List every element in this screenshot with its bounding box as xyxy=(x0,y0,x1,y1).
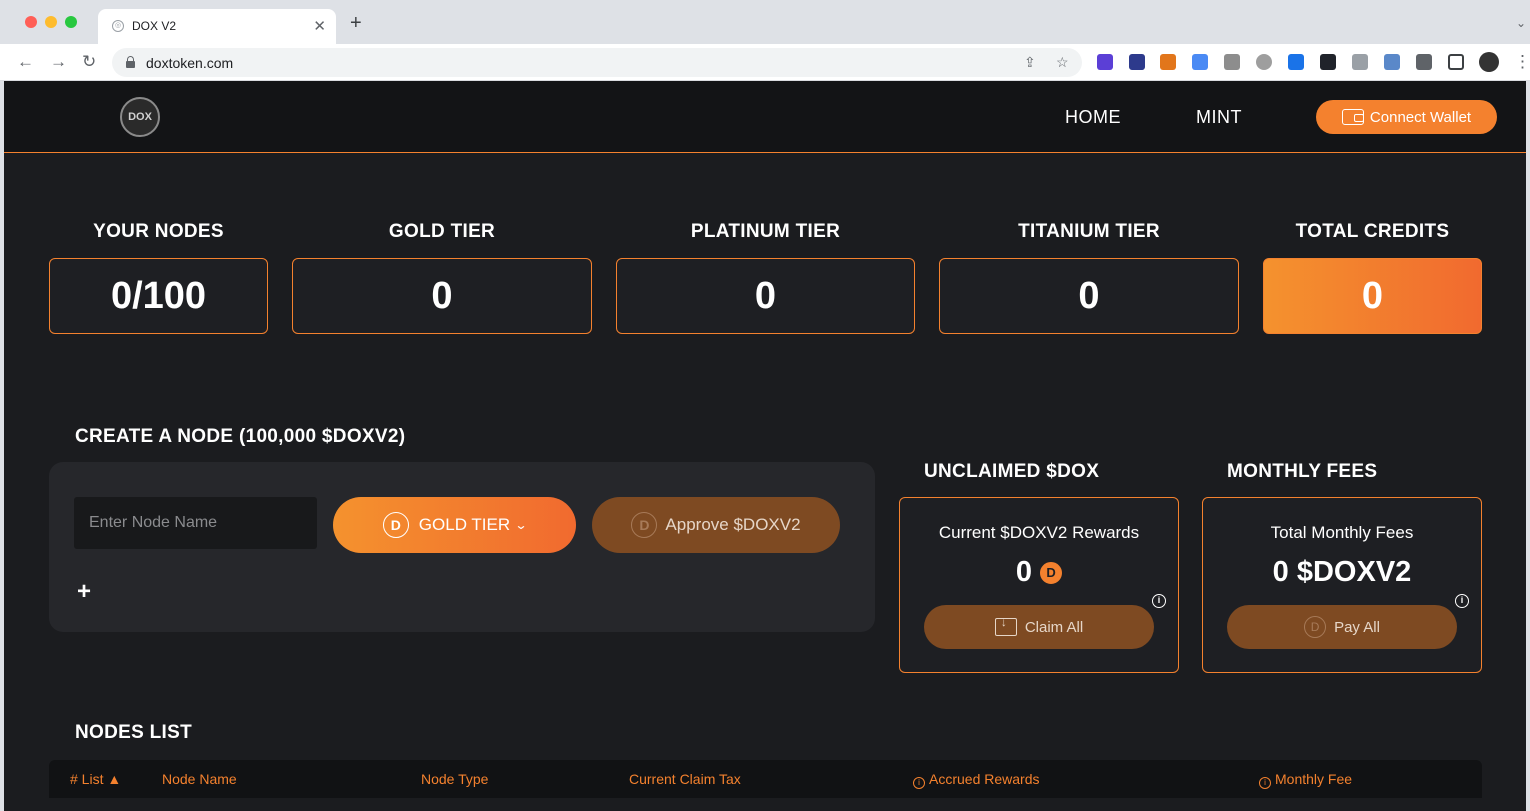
fees-subtitle: Total Monthly Fees xyxy=(1270,523,1414,542)
dox-coin-icon: D xyxy=(631,512,658,538)
lock-icon xyxy=(126,56,135,68)
column-header-list[interactable]: # List ▲ xyxy=(70,771,121,787)
chevron-down-icon: ⌄ xyxy=(514,518,528,532)
eyedropper-icon[interactable] xyxy=(1129,54,1145,70)
unclaimed-title: UNCLAIMED $DOX xyxy=(924,461,1100,482)
stat-your-nodes: 0/100 xyxy=(49,258,268,334)
info-icon[interactable]: i xyxy=(1455,594,1469,608)
info-icon[interactable]: i xyxy=(1152,594,1166,608)
browser-tab-bar: ◎ DOX V2 ✕ + ⌄ xyxy=(0,0,1530,44)
camera-icon[interactable] xyxy=(1352,54,1368,70)
stat-label-your-nodes: YOUR NODES xyxy=(93,221,224,242)
stat-gold-tier: 0 xyxy=(292,258,592,334)
tier-select-button[interactable]: D GOLD TIER ⌄ xyxy=(333,497,576,553)
react-icon[interactable] xyxy=(1320,54,1336,70)
close-window-button[interactable] xyxy=(25,16,37,28)
site-header: DOX HOME MINT Connect Wallet xyxy=(4,81,1526,153)
create-node-title: CREATE A NODE (100,000 $DOXV2) xyxy=(75,426,406,447)
dox-coin-icon: D xyxy=(1304,616,1327,638)
nav-home-link[interactable]: HOME xyxy=(1065,107,1121,128)
rewards-subtitle: Current $DOXV2 Rewards xyxy=(938,523,1140,542)
maximize-window-button[interactable] xyxy=(65,16,77,28)
info-icon[interactable]: i xyxy=(913,777,925,789)
approve-doxv2-button[interactable]: D Approve $DOXV2 xyxy=(592,497,840,553)
stat-total-credits: 0 xyxy=(1263,258,1482,334)
globe-icon[interactable] xyxy=(1256,54,1272,70)
browser-tab[interactable]: ◎ DOX V2 ✕ xyxy=(98,9,336,44)
extension-icon[interactable] xyxy=(1288,54,1304,70)
share-icon[interactable]: ⇪ xyxy=(1024,54,1036,71)
profile-avatar[interactable] xyxy=(1479,52,1499,72)
globe-icon: ◎ xyxy=(112,20,124,32)
column-header-claim-tax[interactable]: Current Claim Tax xyxy=(629,771,741,787)
create-node-panel: D GOLD TIER ⌄ D Approve $DOXV2 + xyxy=(49,462,875,632)
browser-menu-icon[interactable]: ⋮ xyxy=(1514,52,1530,72)
forward-icon[interactable]: → xyxy=(50,52,67,72)
monthly-fees-card: Total Monthly Fees 0 $DOXV2 i D Pay All xyxy=(1202,497,1482,673)
dox-coin-icon: D xyxy=(1040,561,1063,584)
stat-titanium-tier: 0 xyxy=(939,258,1239,334)
extension-icon[interactable] xyxy=(1224,54,1240,70)
dox-coin-icon: D xyxy=(382,512,409,538)
connect-wallet-button[interactable]: Connect Wallet xyxy=(1316,100,1497,134)
stat-label-total-credits: TOTAL CREDITS xyxy=(1295,221,1450,242)
pay-all-button[interactable]: D Pay All xyxy=(1227,605,1457,649)
stat-platinum-tier: 0 xyxy=(616,258,915,334)
dox-logo[interactable]: DOX xyxy=(120,97,160,137)
claim-all-button[interactable]: Claim All xyxy=(924,605,1154,649)
stat-label-titanium-tier: TITANIUM TIER xyxy=(1018,221,1160,242)
rewards-value: 0 D xyxy=(900,556,1178,589)
inbox-download-icon xyxy=(994,615,1017,636)
extension-icon[interactable] xyxy=(1384,54,1400,70)
fees-value: 0 $DOXV2 xyxy=(1272,556,1412,588)
close-tab-icon[interactable]: ✕ xyxy=(313,17,326,35)
puzzle-icon[interactable] xyxy=(1416,54,1432,70)
node-name-input[interactable] xyxy=(74,497,317,549)
browser-toolbar: ← → ↻ doxtoken.com ⇪ ☆ ⋮ xyxy=(0,44,1530,81)
column-header-accrued-rewards[interactable]: i Accrued Rewards xyxy=(913,771,1040,789)
wallet-icon xyxy=(1341,109,1364,125)
stat-label-platinum-tier: PLATINUM TIER xyxy=(690,221,841,242)
tab-title: DOX V2 xyxy=(132,19,177,33)
tab-search-chevron-icon[interactable]: ⌄ xyxy=(1516,16,1526,30)
new-tab-button[interactable]: + xyxy=(350,13,362,33)
nodes-table-header: # List ▲ Node Name Node Type Current Cla… xyxy=(49,760,1482,798)
unclaimed-rewards-card: Current $DOXV2 Rewards 0 D i Claim All xyxy=(899,497,1179,673)
nodes-list-title: NODES LIST xyxy=(75,722,193,743)
column-header-node-type[interactable]: Node Type xyxy=(421,771,488,787)
info-icon[interactable]: i xyxy=(1259,777,1271,789)
nav-mint-link[interactable]: MINT xyxy=(1196,107,1242,128)
bookmark-star-icon[interactable]: ☆ xyxy=(1056,54,1069,71)
reload-icon[interactable]: ↻ xyxy=(82,52,96,72)
back-icon[interactable]: ← xyxy=(17,52,34,72)
extension-icon[interactable] xyxy=(1097,54,1113,70)
monthly-fees-title: MONTHLY FEES xyxy=(1227,461,1378,482)
sidebar-icon[interactable] xyxy=(1448,54,1464,70)
address-bar[interactable]: doxtoken.com ⇪ ☆ xyxy=(112,48,1082,77)
add-node-field-button[interactable]: + xyxy=(77,578,91,606)
page: DOX HOME MINT Connect Wallet YOUR NODES … xyxy=(4,81,1526,811)
translate-icon[interactable] xyxy=(1192,54,1208,70)
column-header-node-name[interactable]: Node Name xyxy=(162,771,237,787)
minimize-window-button[interactable] xyxy=(45,16,57,28)
column-header-monthly-fee[interactable]: i Monthly Fee xyxy=(1259,771,1352,789)
stat-label-gold-tier: GOLD TIER xyxy=(388,221,496,242)
url-text: doxtoken.com xyxy=(146,55,234,71)
metamask-icon[interactable] xyxy=(1160,54,1176,70)
